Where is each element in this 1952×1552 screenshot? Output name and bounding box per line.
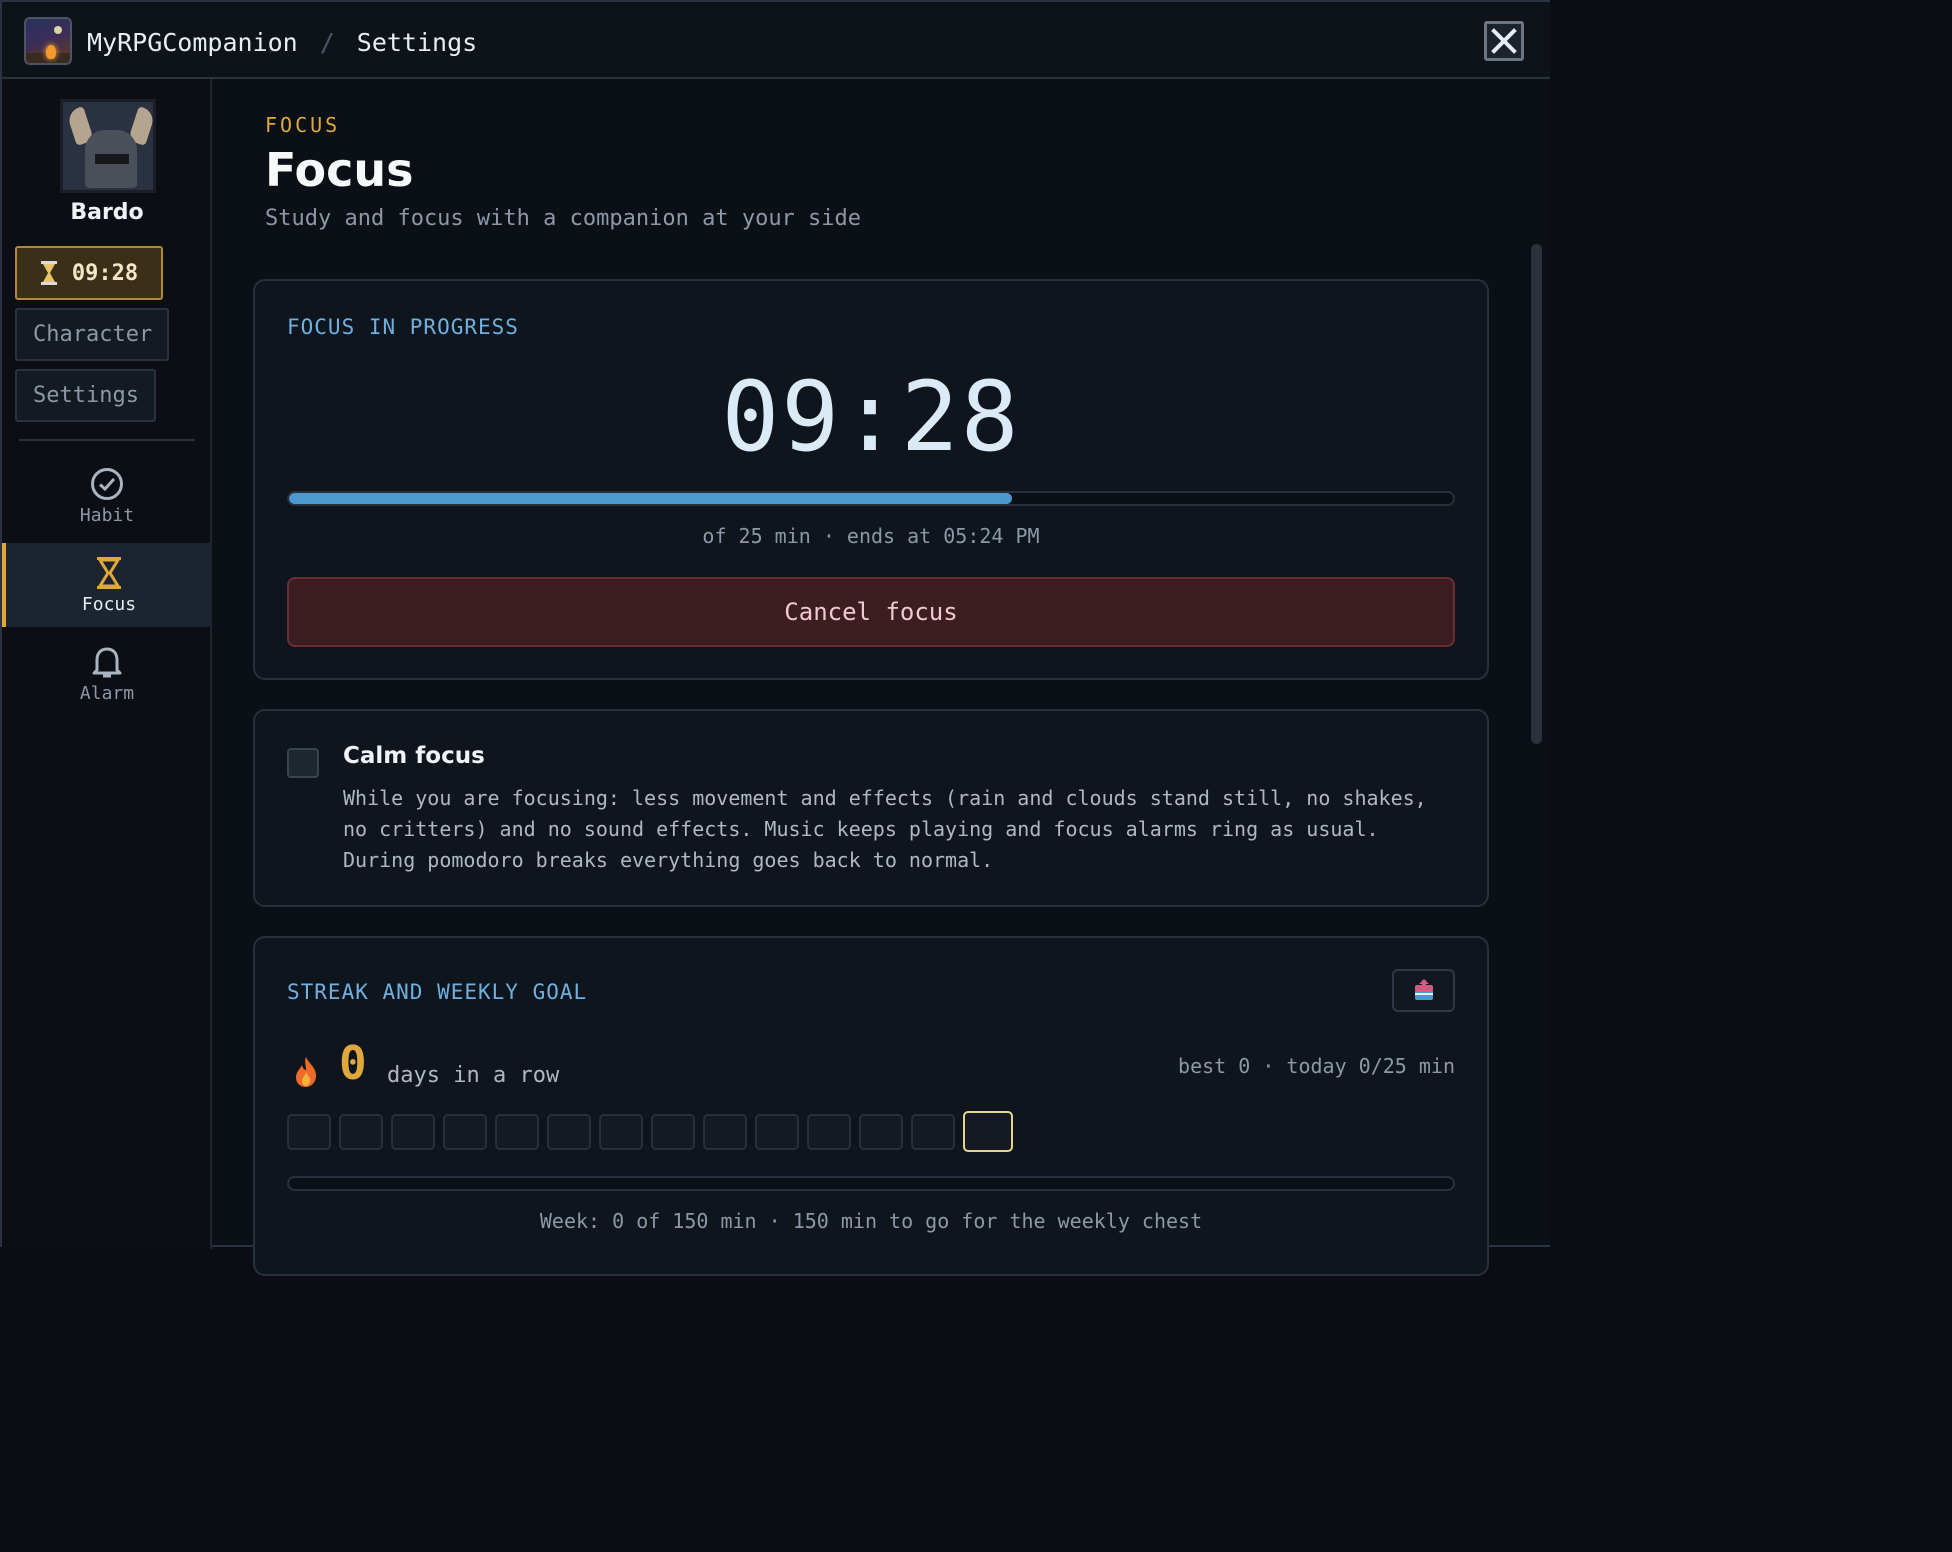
app-window: MyRPGCompanion / Settings Bardo 09:28 Ch… — [0, 0, 1550, 1276]
bell-icon — [92, 647, 122, 677]
character-name: Bardo — [70, 200, 144, 225]
breadcrumb-app-name: MyRPGCompanion — [87, 27, 298, 57]
streak-day — [443, 1114, 487, 1150]
sidebar-item-label: Habit — [79, 504, 135, 526]
settings-button[interactable]: Settings — [15, 369, 156, 422]
streak-days-row — [287, 1111, 1013, 1152]
streak-day — [807, 1114, 851, 1150]
focus-progress-caption: of 25 min · ends at 05:24 PM — [702, 524, 1040, 548]
sidebar: Bardo 09:28 Character Settings Habit Foc… — [2, 79, 212, 1249]
calm-focus-card: Calm focus While you are focusing: less … — [253, 709, 1489, 907]
calm-focus-title: Calm focus — [343, 743, 485, 769]
character-avatar[interactable] — [60, 99, 156, 193]
hourglass-icon — [40, 261, 57, 285]
streak-day — [755, 1114, 799, 1150]
close-button[interactable] — [1484, 21, 1524, 61]
sidebar-item-focus[interactable]: Focus — [2, 543, 212, 627]
cancel-focus-button[interactable]: Cancel focus — [287, 577, 1455, 647]
focus-timer-chip[interactable]: 09:28 — [15, 246, 163, 300]
streak-label: days in a row — [387, 1063, 560, 1088]
card-heading: STREAK AND WEEKLY GOAL — [287, 980, 588, 1004]
streak-day — [391, 1114, 435, 1150]
flame-icon — [296, 1057, 317, 1087]
streak-day — [287, 1114, 331, 1150]
streak-day — [859, 1114, 903, 1150]
streak-day — [911, 1114, 955, 1150]
check-circle-icon — [91, 467, 123, 500]
close-icon — [1491, 28, 1517, 54]
sidebar-divider — [19, 439, 195, 441]
app-logo-icon — [24, 17, 72, 65]
scrollbar-track — [1550, 0, 1568, 1247]
calm-focus-checkbox[interactable] — [287, 748, 319, 778]
sidebar-item-habit[interactable]: Habit — [2, 454, 212, 538]
page-title: Focus — [265, 143, 414, 197]
character-button[interactable]: Character — [15, 308, 169, 361]
weekly-progress-bar — [287, 1176, 1455, 1191]
focus-progress-card: FOCUS IN PROGRESS 09:28 of 25 min · ends… — [253, 279, 1489, 680]
streak-day — [547, 1114, 591, 1150]
section-kicker: FOCUS — [265, 113, 341, 137]
breadcrumb-page: Settings — [356, 27, 478, 57]
sidebar-item-alarm[interactable]: Alarm — [2, 632, 212, 716]
focus-time-remaining: 09:28 — [721, 361, 1021, 473]
breadcrumb-separator: / — [319, 27, 335, 57]
streak-day — [703, 1114, 747, 1150]
main-content: FOCUS Focus Study and focus with a compa… — [214, 79, 1532, 1276]
focus-progress-bar — [287, 491, 1455, 506]
timer-chip-time: 09:28 — [71, 260, 139, 286]
streak-card: STREAK AND WEEKLY GOAL 0 days in a row b… — [253, 936, 1489, 1276]
streak-day — [599, 1114, 643, 1150]
page-subtitle: Study and focus with a companion at your… — [265, 206, 862, 231]
title-bar: MyRPGCompanion / Settings — [2, 2, 1550, 79]
streak-day — [651, 1114, 695, 1150]
streak-day-today — [963, 1111, 1013, 1152]
focus-progress-fill — [289, 493, 1012, 504]
breadcrumb: MyRPGCompanion / Settings — [87, 24, 477, 60]
sidebar-item-label: Alarm — [79, 682, 135, 704]
weekly-chest-button[interactable] — [1392, 969, 1455, 1012]
streak-day — [339, 1114, 383, 1150]
streak-day — [495, 1114, 539, 1150]
hourglass-icon — [97, 556, 121, 589]
scrollbar-thumb[interactable] — [1531, 244, 1542, 744]
weekly-caption: Week: 0 of 150 min · 150 min to go for t… — [539, 1209, 1203, 1233]
calm-focus-description: While you are focusing: less movement an… — [343, 786, 1427, 872]
card-heading: FOCUS IN PROGRESS — [287, 315, 519, 339]
streak-count: 0 — [339, 1036, 367, 1090]
sidebar-item-label: Focus — [81, 593, 137, 615]
chest-icon — [1414, 978, 1433, 1000]
streak-meta: best 0 · today 0/25 min — [1178, 1054, 1455, 1078]
